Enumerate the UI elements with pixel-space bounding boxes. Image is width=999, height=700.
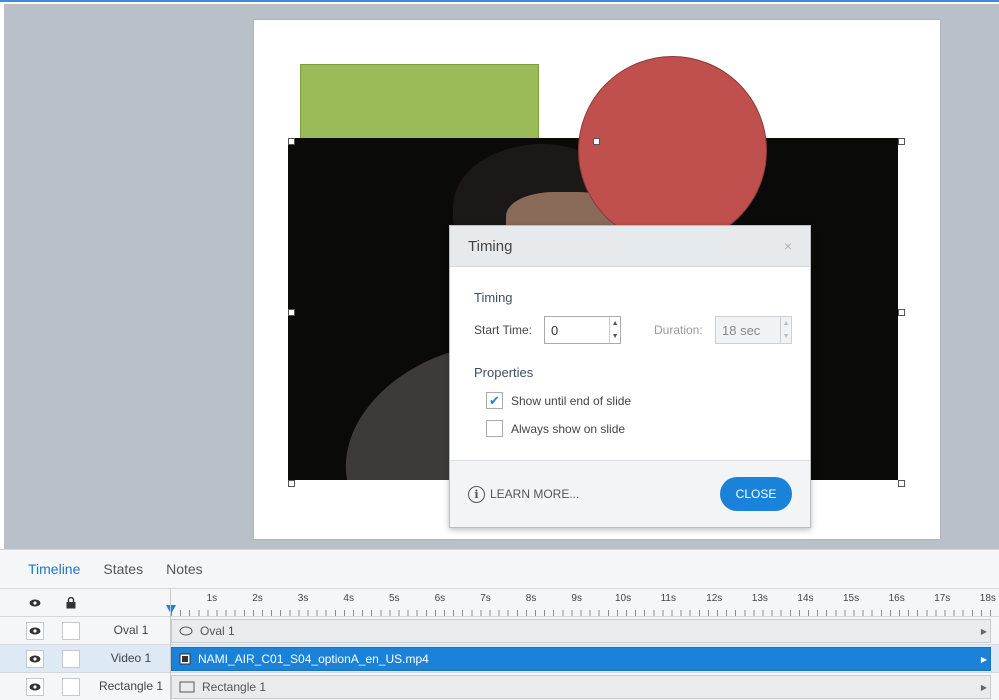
eye-icon[interactable]: [26, 622, 44, 640]
start-time-input[interactable]: [545, 317, 610, 343]
timeline-row-rectangle-1[interactable]: Rectangle 1 Rectangle 1 ▶: [0, 672, 999, 700]
timeline-panel: Timeline States Notes 1s 2s 3s 4s 5s 6s 7s 8s 9s…: [0, 549, 999, 700]
ruler-label: 11s: [660, 593, 676, 604]
tab-states[interactable]: States: [103, 561, 143, 588]
dialog-title: Timing: [468, 237, 513, 255]
timeline-track-oval-1[interactable]: Oval 1 ▶: [171, 619, 991, 643]
expand-arrow-icon[interactable]: ▶: [981, 683, 987, 692]
ruler-label: 5s: [389, 593, 400, 604]
ruler-label: 17s: [934, 593, 951, 604]
resize-handle-bottom-right[interactable]: [898, 480, 905, 487]
ruler-label: 14s: [797, 593, 814, 604]
resize-handle-bottom-left[interactable]: [288, 480, 295, 487]
dialog-header: Timing ×: [450, 226, 810, 267]
ruler-label: 15s: [843, 593, 860, 604]
ruler-label: 4s: [343, 593, 354, 604]
ruler-label: 10s: [615, 593, 632, 604]
timeline-grid: 1s 2s 3s 4s 5s 6s 7s 8s 9s 10s 11s 12s 13s 14s 15s 16s 1…: [0, 588, 999, 700]
ruler-label: 18s: [979, 593, 996, 604]
eye-icon[interactable]: [26, 594, 44, 612]
lock-icon[interactable]: [62, 594, 80, 612]
timeline-row-oval-1[interactable]: Oval 1 Oval 1 ▶: [0, 616, 999, 644]
chevron-down-icon: ▼: [782, 333, 790, 340]
duration-label: Duration:: [654, 323, 703, 337]
start-time-stepper[interactable]: ▲ ▼: [544, 316, 621, 344]
ruler-label: 1s: [206, 593, 218, 604]
ruler-label: 12s: [706, 593, 723, 604]
dialog-footer: i LEARN MORE... CLOSE: [450, 460, 810, 527]
row-name: Oval 1: [113, 623, 149, 637]
lock-toggle[interactable]: [62, 678, 80, 696]
expand-arrow-icon[interactable]: ▶: [981, 627, 987, 636]
close-button[interactable]: CLOSE: [720, 477, 792, 511]
panel-tabs: Timeline States Notes: [0, 550, 999, 588]
ruler-label: 8s: [525, 593, 537, 604]
duration-input: [716, 317, 781, 343]
always-show-checkbox[interactable]: [486, 420, 503, 437]
start-time-label: Start Time:: [474, 323, 533, 337]
always-show-label: Always show on slide: [511, 421, 626, 436]
chevron-down-icon[interactable]: ▼: [610, 330, 620, 343]
chevron-up-icon[interactable]: ▲: [610, 317, 620, 330]
video-icon: [179, 653, 191, 665]
oval-1-shape[interactable]: [578, 56, 767, 245]
row-name: Rectangle 1: [98, 679, 164, 693]
ruler-label: 13s: [751, 593, 768, 604]
show-until-end-checkbox[interactable]: ✔: [486, 392, 503, 409]
always-show-checkbox-row[interactable]: Always show on slide: [486, 420, 625, 437]
show-until-end-checkbox-row[interactable]: ✔ Show until end of slide: [486, 392, 631, 409]
learn-more-link[interactable]: i LEARN MORE...: [468, 485, 580, 503]
dialog-body: Timing Start Time: ▲ ▼ Duration: ▲ ▼ Pro…: [450, 267, 810, 460]
duration-arrows: ▲ ▼: [780, 317, 791, 343]
timeline-row-video-1[interactable]: Video 1 NAMI_AIR_C01_S04_optionA_en_US.m…: [0, 644, 999, 672]
info-icon: i: [468, 485, 485, 503]
timeline-header-row: 1s 2s 3s 4s 5s 6s 7s 8s 9s 10s 11s 12s 13s 14s 15s 16s 1…: [0, 588, 999, 616]
timeline-track-rectangle-1[interactable]: Rectangle 1 ▶: [171, 675, 991, 699]
eye-icon[interactable]: [26, 678, 44, 696]
chevron-up-icon: ▲: [782, 320, 790, 327]
resize-handle-top-left[interactable]: [288, 138, 295, 145]
rectangle-1-shape[interactable]: [300, 64, 539, 144]
lock-toggle[interactable]: [62, 622, 80, 640]
timeline-track-video-1[interactable]: NAMI_AIR_C01_S04_optionA_en_US.mp4 ▶: [171, 647, 991, 671]
lock-toggle[interactable]: [62, 650, 80, 668]
resize-handle-middle-left[interactable]: [288, 309, 295, 316]
properties-section-label: Properties: [474, 365, 534, 380]
track-label: Oval 1: [200, 624, 235, 638]
ruler-label: 16s: [888, 593, 905, 604]
row-name: Video 1: [110, 651, 152, 665]
timing-dialog: Timing × Timing Start Time: ▲ ▼ Duration…: [449, 225, 811, 528]
resize-handle-top-center[interactable]: [593, 138, 600, 145]
ruler-label: 3s: [297, 593, 309, 604]
start-time-arrows[interactable]: ▲ ▼: [609, 317, 620, 343]
ruler-label: 7s: [480, 593, 491, 604]
eye-icon[interactable]: [26, 650, 44, 668]
duration-stepper: ▲ ▼: [715, 316, 792, 344]
timing-section-label: Timing: [474, 290, 513, 305]
expand-arrow-icon[interactable]: ▶: [981, 655, 987, 664]
tab-timeline[interactable]: Timeline: [28, 561, 80, 588]
track-label: NAMI_AIR_C01_S04_optionA_en_US.mp4: [198, 652, 429, 666]
show-until-end-label: Show until end of slide: [511, 393, 632, 408]
playhead-marker[interactable]: [166, 605, 176, 614]
ruler-label: 2s: [252, 593, 263, 604]
close-icon[interactable]: ×: [784, 238, 792, 254]
tab-notes[interactable]: Notes: [166, 561, 203, 588]
column-divider: [170, 588, 171, 700]
ruler-label: 9s: [571, 593, 582, 604]
time-ruler[interactable]: 1s 2s 3s 4s 5s 6s 7s 8s 9s 10s 11s 12s 13s 14s 15s 16s 1…: [166, 589, 999, 616]
learn-more-label: LEARN MORE...: [490, 487, 580, 501]
resize-handle-top-right[interactable]: [898, 138, 905, 145]
resize-handle-middle-right[interactable]: [898, 309, 905, 316]
oval-icon: [179, 626, 193, 636]
track-label: Rectangle 1: [202, 680, 267, 694]
ruler-label: 6s: [434, 593, 446, 604]
checkmark-icon: ✔: [489, 392, 500, 408]
rectangle-icon: [179, 681, 195, 693]
